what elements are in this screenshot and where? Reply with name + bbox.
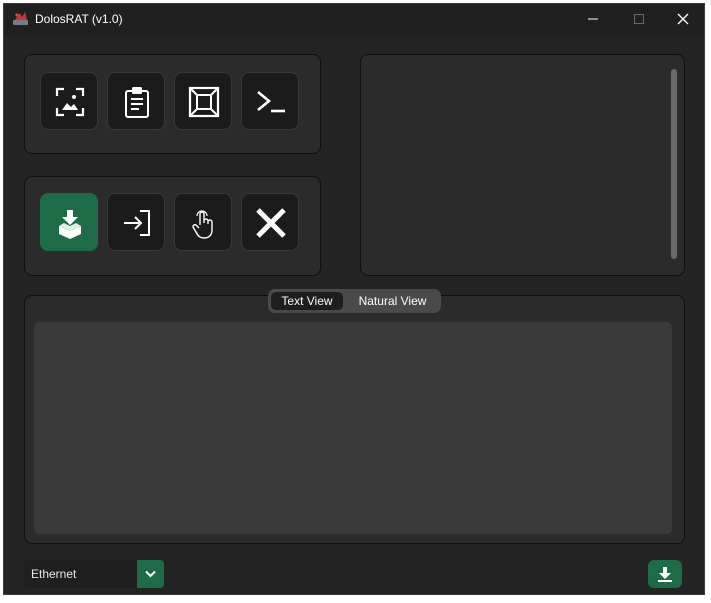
interface-select-value: Ethernet (31, 567, 77, 581)
clipboard-icon (125, 87, 149, 118)
interface-select-arrow[interactable] (137, 560, 164, 588)
output-textbox[interactable] (34, 322, 672, 534)
tab-natural-view[interactable]: Natural View (348, 292, 437, 310)
close-button[interactable] (660, 4, 706, 35)
window-title: DolosRAT (v1.0) (35, 12, 123, 26)
fullscreen-icon (188, 86, 220, 118)
terminal-button[interactable] (241, 72, 299, 130)
touch-hand-icon (192, 210, 213, 239)
tab-text-view[interactable]: Text View (271, 292, 343, 310)
maximize-button[interactable] (616, 4, 662, 35)
preview-scrollbar[interactable] (671, 69, 677, 259)
minimize-icon (588, 18, 598, 20)
app-logo-icon (13, 12, 28, 25)
view-switch: Text View Natural View (268, 289, 441, 313)
title-bar[interactable]: DolosRAT (v1.0) (4, 4, 704, 35)
top-tools-panel (24, 54, 321, 154)
app-window: DolosRAT (v1.0) Text View Natural View E… (3, 3, 705, 595)
minimize-button[interactable] (570, 4, 616, 35)
chevron-down-icon (145, 570, 156, 578)
screenshot-icon (55, 87, 85, 117)
bottom-tools-panel (24, 176, 321, 276)
fullscreen-button[interactable] (174, 72, 232, 130)
download-box-icon (59, 210, 81, 239)
preview-panel (360, 54, 685, 276)
close-icon (677, 13, 689, 25)
terminal-icon (257, 90, 285, 113)
footer-bar: Ethernet (4, 554, 704, 594)
touch-button[interactable] (174, 193, 232, 251)
screenshot-button[interactable] (40, 72, 98, 130)
download-button[interactable] (648, 560, 682, 588)
login-button[interactable] (107, 193, 165, 251)
download-box-button[interactable] (40, 193, 98, 251)
maximize-icon (634, 14, 644, 24)
login-arrow-icon (124, 210, 150, 236)
clipboard-button[interactable] (107, 72, 165, 130)
download-icon (658, 567, 672, 582)
close-x-icon (256, 208, 286, 238)
close-session-button[interactable] (241, 193, 299, 251)
interface-select[interactable]: Ethernet (24, 560, 164, 588)
